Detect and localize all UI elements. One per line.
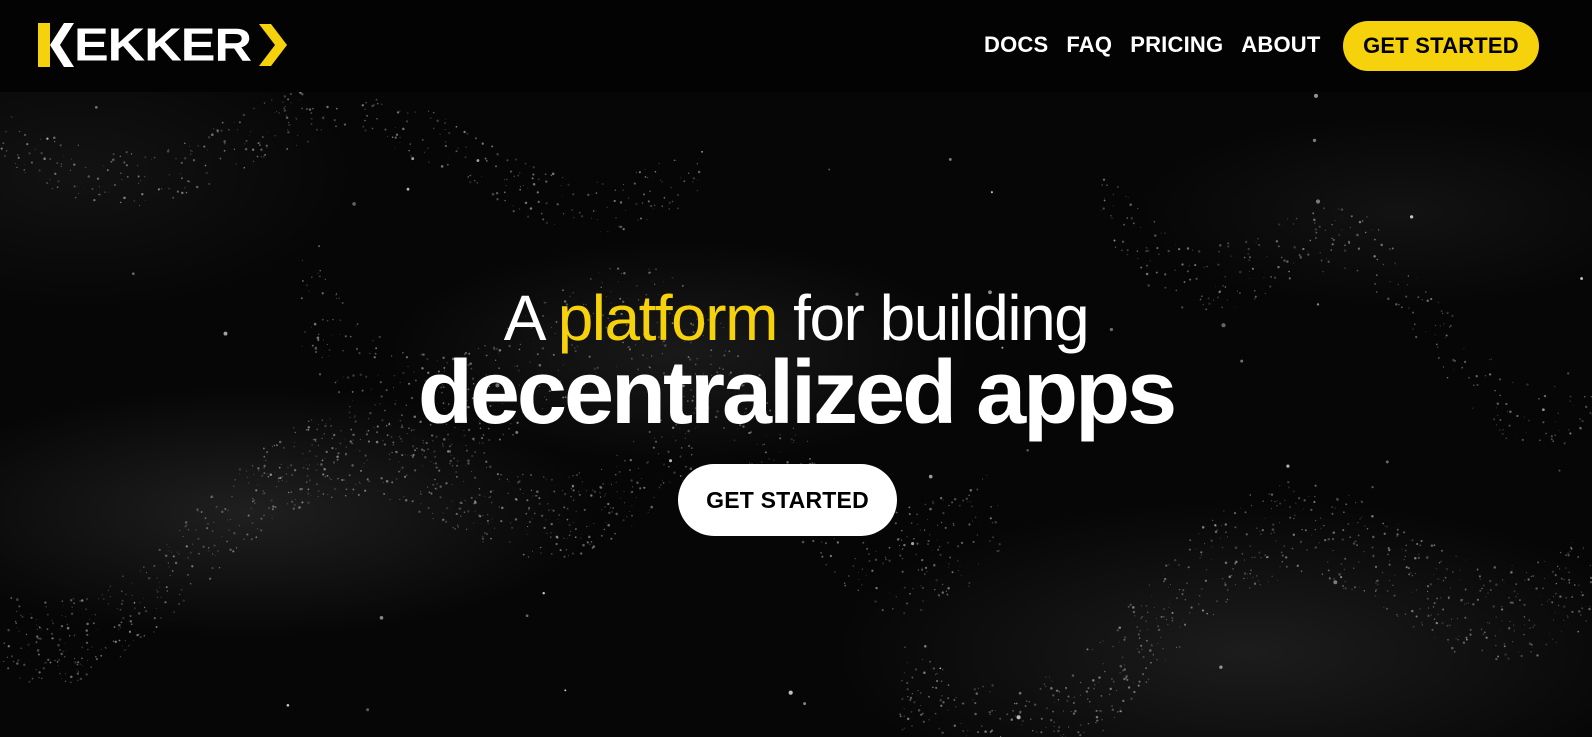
k-logo-icon — [38, 23, 74, 67]
nav-link-docs[interactable]: DOCS — [984, 27, 1048, 63]
nav-link-faq[interactable]: FAQ — [1066, 27, 1112, 63]
brand-name: EKKER — [74, 18, 252, 72]
hero-get-started-button[interactable]: GET STARTED — [678, 464, 897, 536]
chevron-right-icon — [259, 24, 288, 66]
nav-link-pricing[interactable]: PRICING — [1130, 27, 1223, 63]
landing-page: EKKER DOCS FAQ PRICING ABOUT GET STARTED… — [0, 0, 1592, 737]
nav-get-started-button[interactable]: GET STARTED — [1343, 21, 1539, 71]
hero-headline-line2: decentralized apps — [417, 343, 1177, 443]
hero-section: A platform for building decentralized ap… — [0, 92, 1592, 737]
top-navbar: EKKER DOCS FAQ PRICING ABOUT GET STARTED — [0, 0, 1592, 92]
primary-nav: DOCS FAQ PRICING ABOUT — [984, 27, 1339, 63]
nav-link-about[interactable]: ABOUT — [1241, 27, 1320, 63]
hero-content: A platform for building decentralized ap… — [0, 92, 1592, 737]
brand-logo[interactable]: EKKER — [38, 18, 288, 72]
